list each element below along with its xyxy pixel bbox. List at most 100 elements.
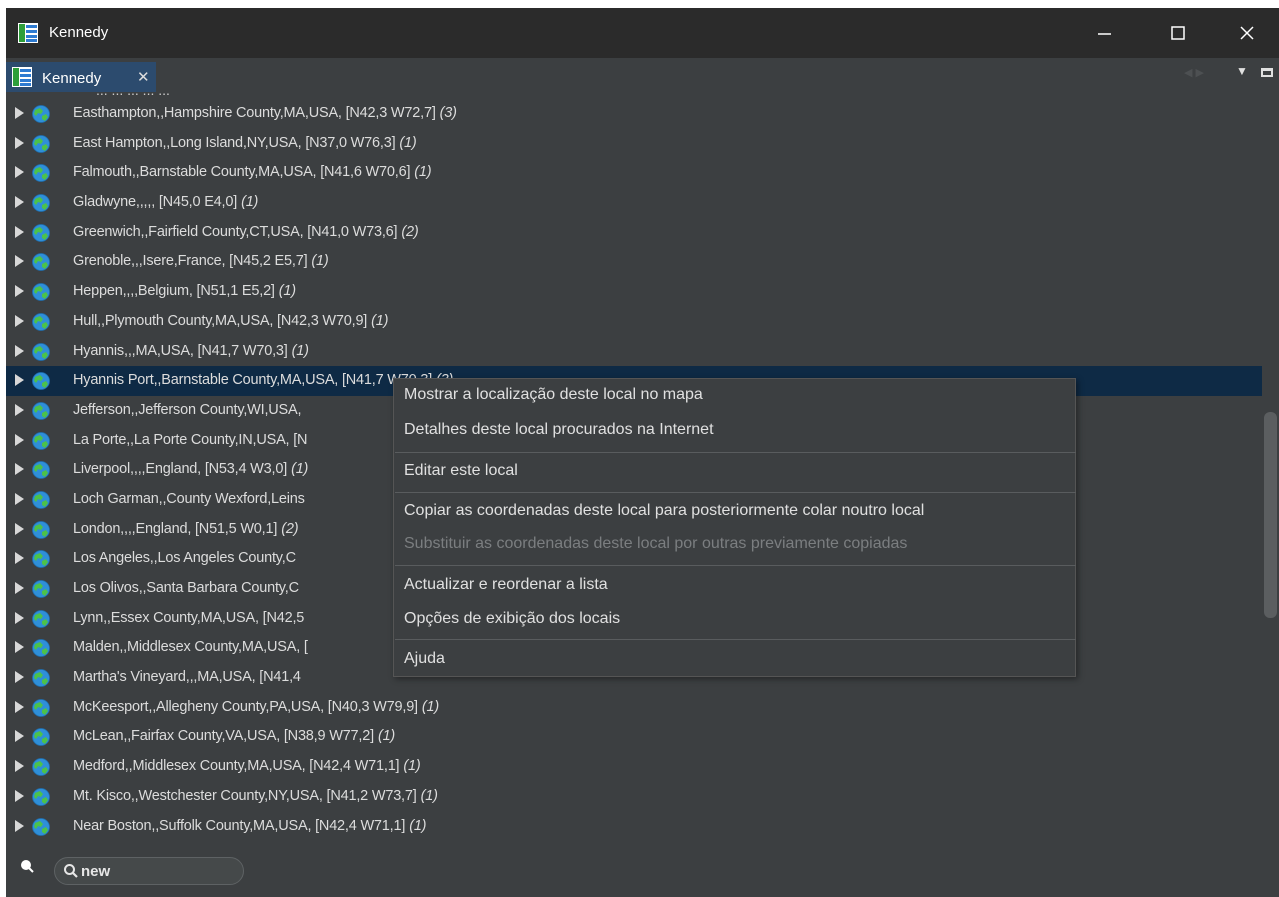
- globe-icon: [31, 609, 51, 629]
- expand-arrow-icon[interactable]: [15, 344, 24, 357]
- expand-arrow-icon[interactable]: [15, 819, 24, 832]
- expand-arrow-icon[interactable]: [15, 196, 24, 209]
- expand-arrow-icon[interactable]: [15, 552, 24, 565]
- expand-arrow-icon[interactable]: [15, 671, 24, 684]
- table-row[interactable]: Gladwyne,,,,, [N45,0 E4,0] (1): [6, 188, 1262, 218]
- row-label: Grenoble,,,Isere,France, [N45,2 E5,7] (1): [73, 253, 329, 269]
- expand-arrow-icon[interactable]: [15, 403, 24, 416]
- expand-arrow-icon[interactable]: [15, 314, 24, 327]
- table-row[interactable]: Hyannis,,,MA,USA, [N41,7 W70,3] (1): [6, 337, 1262, 367]
- tab-kennedy[interactable]: Kennedy ✕: [6, 62, 156, 92]
- partial-row: ... ... ... ... ...: [6, 92, 706, 96]
- expand-arrow-icon[interactable]: [15, 285, 24, 298]
- menu-item-label: Editar este local: [404, 462, 518, 479]
- expand-arrow-icon[interactable]: [15, 107, 24, 119]
- view-maximize-icon[interactable]: [1261, 68, 1273, 77]
- expand-arrow-icon[interactable]: [15, 374, 24, 387]
- expand-arrow-icon[interactable]: [15, 225, 24, 238]
- menu-item-help[interactable]: Ajuda: [394, 645, 1075, 675]
- expand-arrow-icon[interactable]: [15, 700, 24, 713]
- place-name: London,,,,England, [N51,5 W0,1]: [73, 520, 278, 537]
- row-label: Near Boston,,Suffolk County,MA,USA, [N42…: [73, 818, 427, 834]
- menu-separator: [395, 639, 1076, 640]
- tab-close-icon[interactable]: ✕: [137, 68, 150, 86]
- menu-item-display-options[interactable]: Opções de exibição dos locais: [394, 605, 1075, 635]
- view-menu-icon[interactable]: ▼: [1236, 64, 1248, 78]
- globe-icon: [31, 757, 51, 777]
- close-button[interactable]: [1224, 8, 1270, 58]
- table-row[interactable]: East Hampton,,Long Island,NY,USA, [N37,0…: [6, 129, 1262, 159]
- minimize-button[interactable]: [1082, 8, 1128, 58]
- row-label: McLean,,Fairfax County,VA,USA, [N38,9 W7…: [73, 728, 395, 744]
- expand-arrow-icon[interactable]: [15, 582, 24, 594]
- scrollbar-thumb[interactable]: [1264, 412, 1277, 618]
- table-row[interactable]: Falmouth,,Barnstable County,MA,USA, [N41…: [6, 158, 1262, 188]
- table-row[interactable]: Heppen,,,,Belgium, [N51,1 E5,2] (1): [6, 277, 1262, 307]
- table-row[interactable]: McKeesport,,Allegheny County,PA,USA, [N4…: [6, 693, 1262, 723]
- menu-item-label: Actualizar e reordenar a lista: [404, 576, 608, 593]
- expand-arrow-icon[interactable]: [15, 611, 24, 624]
- table-row[interactable]: Near Boston,,Suffolk County,MA,USA, [N42…: [6, 812, 1262, 842]
- title-bar[interactable]: Kennedy: [6, 8, 1279, 58]
- row-label: Jefferson,,Jefferson County,WI,USA,: [73, 401, 302, 418]
- expand-arrow-icon[interactable]: [15, 255, 24, 268]
- menu-separator: [395, 452, 1076, 453]
- globe-icon: [31, 638, 51, 658]
- table-row[interactable]: Grenoble,,,Isere,France, [N45,2 E5,7] (1): [6, 247, 1262, 277]
- tab-scroll-arrows-icon[interactable]: ◀ ▶: [1184, 66, 1204, 79]
- place-name: Loch Garman,,County Wexford,Leins: [73, 490, 305, 507]
- globe-icon: [31, 252, 51, 272]
- expand-arrow-icon[interactable]: [15, 166, 24, 179]
- menu-item-edit-place[interactable]: Editar este local: [394, 457, 1075, 487]
- globe-icon: [31, 787, 51, 807]
- place-count: (2): [281, 520, 299, 537]
- place-name: Jefferson,,Jefferson County,WI,USA,: [73, 401, 302, 418]
- tab-label: Kennedy: [42, 70, 102, 87]
- place-name: Falmouth,,Barnstable County,MA,USA, [N41…: [73, 164, 411, 181]
- place-count: (1): [403, 758, 421, 775]
- menu-item-internet-details[interactable]: Detalhes deste local procurados na Inter…: [394, 416, 1075, 446]
- expand-arrow-icon[interactable]: [15, 730, 24, 743]
- expand-arrow-icon[interactable]: [15, 522, 24, 535]
- globe-icon: [31, 342, 51, 362]
- expand-arrow-icon[interactable]: [15, 463, 24, 476]
- row-label: Medford,,Middlesex County,MA,USA, [N42,4…: [73, 758, 421, 774]
- search-input[interactable]: [81, 861, 231, 881]
- globe-icon: [31, 163, 51, 183]
- table-row[interactable]: Easthampton,,Hampshire County,MA,USA, [N…: [6, 99, 1262, 129]
- table-row[interactable]: Mt. Kisco,,Westchester County,NY,USA, [N…: [6, 782, 1262, 812]
- expand-arrow-icon[interactable]: [15, 760, 24, 773]
- expand-arrow-icon[interactable]: [15, 789, 24, 802]
- globe-icon: [31, 549, 51, 569]
- row-label: Hull,,Plymouth County,MA,USA, [N42,3 W70…: [73, 313, 388, 329]
- place-count: (1): [241, 194, 259, 211]
- place-count: (1): [278, 283, 296, 300]
- table-row[interactable]: Greenwich,,Fairfield County,CT,USA, [N41…: [6, 218, 1262, 248]
- search-field[interactable]: [54, 857, 244, 885]
- expand-arrow-icon[interactable]: [15, 433, 24, 446]
- expand-arrow-icon[interactable]: [15, 136, 24, 149]
- place-name: Los Angeles,,Los Angeles County,C: [73, 550, 296, 567]
- maximize-button[interactable]: [1155, 8, 1201, 58]
- search-options-icon[interactable]: [18, 857, 38, 877]
- window-title: Kennedy: [49, 24, 109, 41]
- table-row[interactable]: Hull,,Plymouth County,MA,USA, [N42,3 W70…: [6, 307, 1262, 337]
- globe-icon: [31, 668, 51, 688]
- expand-arrow-icon[interactable]: [15, 492, 24, 505]
- place-count: (1): [311, 253, 329, 270]
- menu-item-copy-coordinates[interactable]: Copiar as coordenadas deste local para p…: [394, 497, 1075, 527]
- menu-item-show-on-map[interactable]: Mostrar a localização deste local no map…: [394, 381, 1075, 411]
- partial-row-text: ... ... ... ... ...: [96, 92, 170, 96]
- expand-arrow-icon[interactable]: [15, 641, 24, 654]
- table-row[interactable]: Medford,,Middlesex County,MA,USA, [N42,4…: [6, 752, 1262, 782]
- place-count: (1): [291, 342, 309, 359]
- globe-icon: [31, 579, 51, 599]
- place-name: Malden,,Middlesex County,MA,USA, [: [73, 639, 308, 656]
- place-name: Liverpool,,,,England, [N53,4 W3,0]: [73, 461, 288, 478]
- place-name: La Porte,,La Porte County,IN,USA, [N: [73, 431, 308, 448]
- table-row[interactable]: McLean,,Fairfax County,VA,USA, [N38,9 W7…: [6, 722, 1262, 752]
- place-count: (1): [291, 461, 309, 478]
- menu-item-refresh-list[interactable]: Actualizar e reordenar a lista: [394, 571, 1075, 601]
- row-label: Falmouth,,Barnstable County,MA,USA, [N41…: [73, 164, 432, 181]
- menu-item-label: Mostrar a localização deste local no map…: [404, 386, 703, 403]
